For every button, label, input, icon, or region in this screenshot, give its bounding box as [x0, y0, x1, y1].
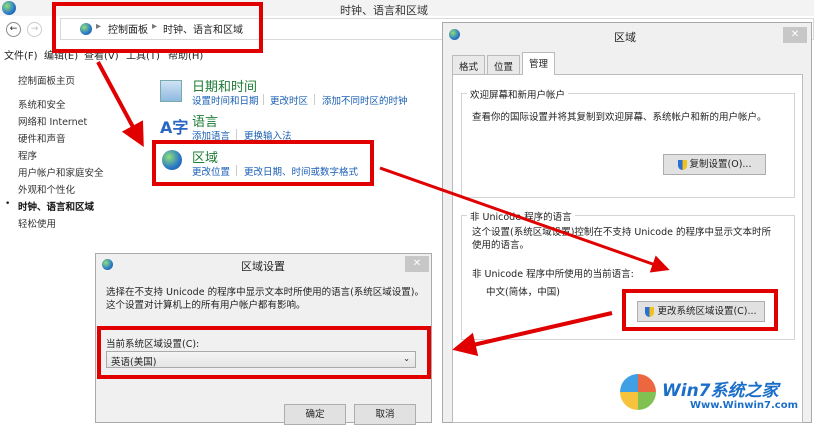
arrow — [452, 311, 613, 357]
watermark-logo — [620, 374, 656, 410]
annotation-arrows — [96, 61, 670, 357]
watermark-brand: Win7系统之家 — [662, 381, 779, 401]
arrow — [379, 166, 670, 273]
watermark-url: Www.Winwin7.com — [690, 400, 799, 411]
arrow — [96, 61, 144, 148]
